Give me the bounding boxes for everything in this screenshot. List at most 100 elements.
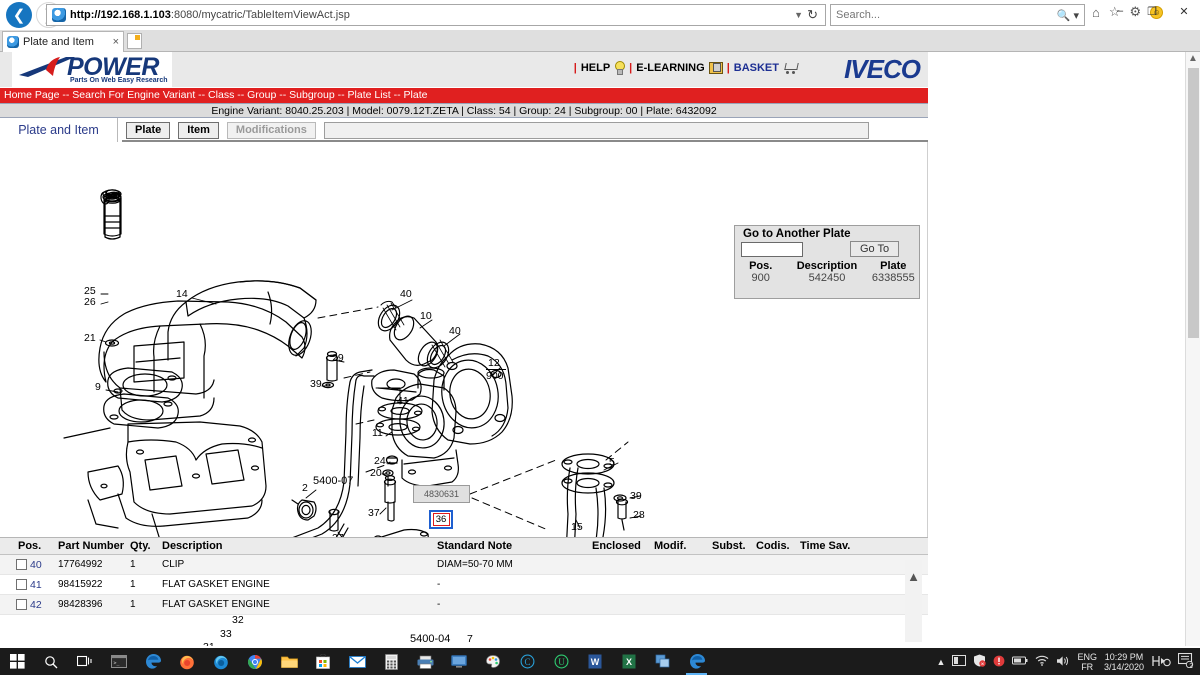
callout-20[interactable]: 20 <box>370 467 382 479</box>
callout-24[interactable]: 24 <box>374 455 386 467</box>
table-row[interactable]: 40 17764992 1 CLIP DIAM=50-70 MM <box>0 555 928 575</box>
search-input[interactable]: Search... 🔍 ▾ <box>830 4 1085 26</box>
clock[interactable]: 10:29 PM 3/14/2020 <box>1104 652 1144 672</box>
chevron-up-icon[interactable]: ▲ <box>905 560 922 594</box>
search-icon[interactable] <box>34 648 68 675</box>
goto-table-row[interactable]: 900 542450 6338555 <box>735 272 919 284</box>
elearning-link[interactable]: E-LEARNING <box>636 62 704 74</box>
page-scrollbar[interactable]: ▲ <box>1185 52 1200 646</box>
remote-desktop-icon[interactable] <box>442 648 476 675</box>
callout-41[interactable]: 41 <box>397 395 409 407</box>
chevron-up-icon[interactable]: ▲ <box>937 657 946 667</box>
language-indicator[interactable]: ENG FR <box>1077 652 1097 672</box>
row-checkbox[interactable] <box>16 579 27 590</box>
headset-icon[interactable] <box>1151 654 1171 670</box>
refresh-icon[interactable]: ↻ <box>807 7 825 23</box>
callout-29[interactable]: 29 <box>332 352 344 364</box>
mail-icon[interactable] <box>340 648 374 675</box>
volume-icon[interactable] <box>1056 655 1070 669</box>
chrome-icon[interactable] <box>238 648 272 675</box>
selected-callout-hotspot[interactable]: 36 <box>429 510 453 529</box>
address-bar[interactable]: http://192.168.1.103:8080/mycatric/Table… <box>46 4 826 26</box>
tablet-icon[interactable] <box>952 655 966 668</box>
callout-33[interactable]: 33 <box>220 628 232 640</box>
breadcrumb[interactable]: Home Page -- Search For Engine Variant -… <box>0 88 928 103</box>
copyright-app-icon[interactable]: C <box>510 648 544 675</box>
callout-21[interactable]: 21 <box>84 332 96 344</box>
lightbulb-icon[interactable] <box>614 61 625 74</box>
goto-button[interactable]: Go To <box>850 241 899 257</box>
callout-15[interactable]: 15 <box>571 521 583 533</box>
callout-14[interactable]: 14 <box>176 288 188 300</box>
callout-40-second[interactable]: 40 <box>449 325 461 337</box>
callout-5400-04-second[interactable]: 5400-04 <box>410 633 450 645</box>
chevron-down-icon[interactable]: ▼ <box>794 10 807 20</box>
maximize-button[interactable]: ❐ <box>1136 0 1168 22</box>
chevron-down-icon[interactable]: ▾ <box>1073 9 1079 22</box>
excel-icon[interactable]: X <box>612 648 646 675</box>
scroll-up-icon[interactable]: ▲ <box>1186 52 1200 66</box>
tab-plate[interactable]: Plate <box>126 122 170 139</box>
callout-7[interactable]: 7 <box>467 633 473 645</box>
callout-11[interactable]: 11 <box>372 427 383 439</box>
firefox-icon[interactable] <box>170 648 204 675</box>
calculator-icon[interactable] <box>374 648 408 675</box>
callout-31[interactable]: 31 <box>203 641 215 646</box>
browser-tab[interactable]: Plate and Item × <box>2 31 124 52</box>
basket-link[interactable]: BASKET <box>734 62 779 74</box>
callout-39[interactable]: 39 <box>310 378 322 390</box>
back-arrow-icon[interactable]: ❮ <box>6 2 32 28</box>
edge-active-icon[interactable] <box>680 648 714 675</box>
row-checkbox[interactable] <box>16 559 27 570</box>
firefox-dev-icon[interactable] <box>204 648 238 675</box>
callout-32[interactable]: 32 <box>232 614 244 626</box>
new-tab-button[interactable] <box>127 33 142 49</box>
security-icon[interactable]: ✕ <box>973 654 986 669</box>
row-pos-number[interactable]: 42 <box>30 599 42 611</box>
tab-search-field[interactable] <box>324 122 869 139</box>
wifi-icon[interactable] <box>1035 655 1049 668</box>
callout-39-second[interactable]: 39 <box>630 490 642 502</box>
alert-icon[interactable] <box>993 655 1005 669</box>
callout-10[interactable]: 10 <box>420 310 432 322</box>
home-icon[interactable]: ⌂ <box>1092 5 1100 20</box>
task-view-icon[interactable] <box>68 648 102 675</box>
paint-icon[interactable] <box>476 648 510 675</box>
goto-plate-input[interactable] <box>741 242 803 257</box>
parts-table-scrollbar[interactable]: ▲ <box>905 560 922 642</box>
minimize-button[interactable]: – <box>1104 0 1136 22</box>
folder-icon[interactable] <box>709 62 723 74</box>
search-icon[interactable]: 🔍 <box>1057 9 1071 22</box>
goto-cell-plate[interactable]: 6338555 <box>868 272 919 284</box>
battery-icon[interactable] <box>1012 656 1028 667</box>
notifications-icon[interactable]: 2 <box>1178 653 1194 670</box>
start-icon[interactable] <box>0 648 34 675</box>
callout-5400-07[interactable]: 5400-07 <box>313 475 353 487</box>
table-row[interactable]: 41 98415922 1 FLAT GASKET ENGINE - <box>0 575 928 595</box>
callout-5[interactable]: 5 <box>609 456 615 468</box>
callout-12[interactable]: 12 <box>488 357 500 369</box>
callout-30[interactable]: 30 <box>484 645 496 646</box>
callout-2[interactable]: 2 <box>302 482 308 494</box>
table-row[interactable]: 42 98428396 1 FLAT GASKET ENGINE - <box>0 595 928 615</box>
microsoft-store-icon[interactable] <box>306 648 340 675</box>
callout-40[interactable]: 40 <box>400 288 412 300</box>
search-magnifier-group[interactable]: 🔍 ▾ <box>1057 9 1079 22</box>
u-app-icon[interactable]: U <box>544 648 578 675</box>
file-explorer-icon[interactable] <box>272 648 306 675</box>
scrollbar-thumb[interactable] <box>1188 68 1199 338</box>
callout-37[interactable]: 37 <box>368 507 380 519</box>
snip-icon[interactable] <box>646 648 680 675</box>
callout-28[interactable]: 28 <box>633 509 645 521</box>
callout-26[interactable]: 26 <box>84 296 96 308</box>
callout-9[interactable]: 9 <box>95 381 101 393</box>
row-pos-number[interactable]: 41 <box>30 579 42 591</box>
tab-item[interactable]: Item <box>178 122 219 139</box>
row-pos-number[interactable]: 40 <box>30 559 42 571</box>
row-checkbox[interactable] <box>16 599 27 610</box>
shopping-cart-icon[interactable] <box>783 62 798 74</box>
plate-diagram[interactable]: 25 26 21 14 9 5400-07 40 10 40 12 900 29… <box>0 142 928 537</box>
close-button[interactable]: ✕ <box>1168 0 1200 22</box>
word-icon[interactable]: W <box>578 648 612 675</box>
printer-icon[interactable] <box>408 648 442 675</box>
